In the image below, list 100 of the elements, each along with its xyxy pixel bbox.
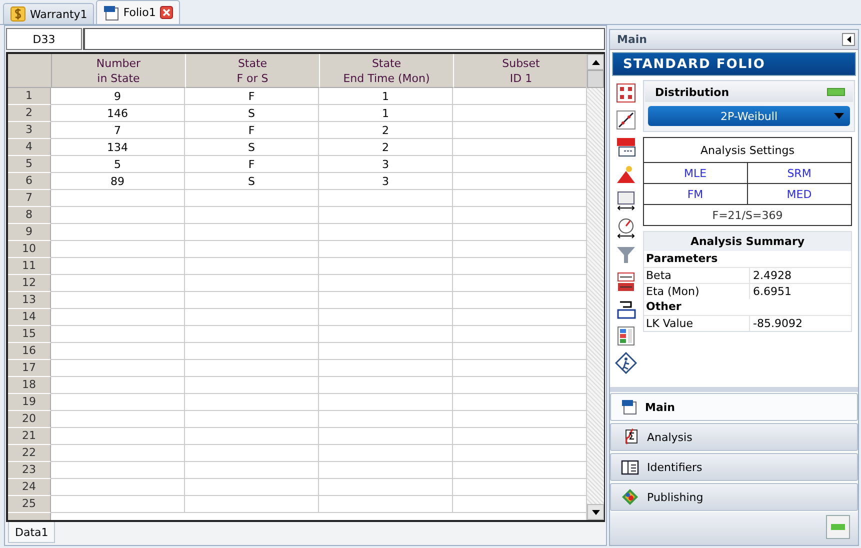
table-cell[interactable]	[185, 309, 319, 326]
close-icon[interactable]	[160, 6, 173, 19]
table-cell[interactable]	[319, 462, 453, 479]
table-cell[interactable]	[185, 479, 319, 496]
table-cell[interactable]	[51, 343, 185, 360]
toolbar-icon[interactable]	[615, 217, 637, 239]
panel-toggle-button[interactable]	[826, 515, 850, 539]
toolbar-icon[interactable]	[615, 109, 637, 131]
table-cell[interactable]	[319, 241, 453, 258]
table-cell[interactable]	[319, 326, 453, 343]
table-cell[interactable]: 9	[51, 88, 185, 105]
navigation-button[interactable]: Publishing	[610, 483, 858, 511]
table-cell[interactable]	[319, 258, 453, 275]
table-cell[interactable]	[185, 275, 319, 292]
table-cell[interactable]	[319, 343, 453, 360]
table-cell[interactable]: F	[185, 156, 319, 173]
setting-link[interactable]: SRM	[748, 163, 851, 184]
distribution-dropdown[interactable]: 2P-Weibull	[648, 106, 850, 126]
table-cell[interactable]	[185, 428, 319, 445]
table-cell[interactable]: 134	[51, 139, 185, 156]
table-cell[interactable]	[319, 292, 453, 309]
table-cell[interactable]	[185, 360, 319, 377]
table-cell[interactable]	[319, 360, 453, 377]
table-cell[interactable]: 1	[319, 105, 453, 122]
table-cell[interactable]: S	[185, 105, 319, 122]
table-cell[interactable]	[185, 326, 319, 343]
table-cell[interactable]: 3	[319, 173, 453, 190]
table-cell[interactable]	[51, 428, 185, 445]
table-cell[interactable]	[185, 445, 319, 462]
table-cell[interactable]: 146	[51, 105, 185, 122]
table-cell[interactable]: 89	[51, 173, 185, 190]
table-cell[interactable]	[185, 343, 319, 360]
table-cell[interactable]	[319, 411, 453, 428]
table-cell[interactable]	[319, 309, 453, 326]
document-tab[interactable]: Folio1	[96, 0, 180, 24]
toolbar-icon[interactable]	[615, 271, 637, 293]
table-cell[interactable]	[51, 309, 185, 326]
scrollbar[interactable]	[586, 54, 604, 520]
table-cell[interactable]	[185, 207, 319, 224]
setting-link[interactable]: MLE	[644, 163, 748, 184]
collapse-button[interactable]	[842, 33, 855, 46]
document-tab[interactable]: Warranty1	[3, 3, 94, 24]
table-cell[interactable]	[185, 292, 319, 309]
header-corner[interactable]	[8, 54, 52, 88]
table-cell[interactable]: F	[185, 88, 319, 105]
table-cell[interactable]	[185, 258, 319, 275]
cell-reference[interactable]: D33	[6, 28, 82, 50]
table-cell[interactable]	[319, 479, 453, 496]
table-cell[interactable]: 7	[51, 122, 185, 139]
table-cell[interactable]: 2	[319, 139, 453, 156]
toolbar-icon[interactable]	[615, 190, 637, 212]
table-cell[interactable]: 5	[51, 156, 185, 173]
table-cell[interactable]: 1	[319, 88, 453, 105]
table-cell[interactable]	[185, 462, 319, 479]
table-cell[interactable]	[51, 377, 185, 394]
table-cell[interactable]	[185, 377, 319, 394]
table-cell[interactable]	[51, 445, 185, 462]
navigation-button[interactable]: Main	[610, 393, 858, 421]
formula-field[interactable]	[83, 28, 605, 50]
table-cell[interactable]	[51, 394, 185, 411]
table-cell[interactable]	[319, 496, 453, 513]
sheet-tab[interactable]: Data1	[8, 522, 56, 543]
navigation-button[interactable]: Analysis	[610, 423, 858, 451]
table-cell[interactable]	[51, 360, 185, 377]
table-cell[interactable]	[51, 292, 185, 309]
scrollbar-thumb[interactable]	[587, 70, 604, 88]
setting-link[interactable]: MED	[748, 184, 851, 205]
table-cell[interactable]	[319, 445, 453, 462]
table-cell[interactable]	[319, 394, 453, 411]
setting-link[interactable]: FM	[644, 184, 748, 205]
table-cell[interactable]	[51, 479, 185, 496]
table-cell[interactable]	[51, 258, 185, 275]
table-cell[interactable]	[51, 275, 185, 292]
table-cell[interactable]	[319, 377, 453, 394]
table-cell[interactable]: S	[185, 139, 319, 156]
table-cell[interactable]	[51, 496, 185, 513]
toolbar-icon[interactable]	[615, 136, 637, 158]
table-cell[interactable]: S	[185, 173, 319, 190]
table-cell[interactable]	[185, 224, 319, 241]
table-cell[interactable]: 2	[319, 122, 453, 139]
table-cell[interactable]	[51, 241, 185, 258]
table-cell[interactable]	[185, 241, 319, 258]
navigation-button[interactable]: Identifiers	[610, 453, 858, 481]
table-cell[interactable]	[319, 190, 453, 207]
table-cell[interactable]	[51, 462, 185, 479]
table-cell[interactable]	[185, 411, 319, 428]
table-cell[interactable]	[51, 224, 185, 241]
table-cell[interactable]: F	[185, 122, 319, 139]
table-cell[interactable]	[319, 207, 453, 224]
table-cell[interactable]	[185, 190, 319, 207]
table-cell[interactable]	[51, 207, 185, 224]
toolbar-icon[interactable]	[615, 352, 637, 374]
table-cell[interactable]	[319, 275, 453, 292]
table-cell[interactable]	[319, 428, 453, 445]
table-cell[interactable]	[51, 326, 185, 343]
table-cell[interactable]	[51, 190, 185, 207]
table-cell[interactable]	[185, 394, 319, 411]
table-cell[interactable]	[319, 224, 453, 241]
table-cell[interactable]: 3	[319, 156, 453, 173]
table-cell[interactable]	[185, 496, 319, 513]
